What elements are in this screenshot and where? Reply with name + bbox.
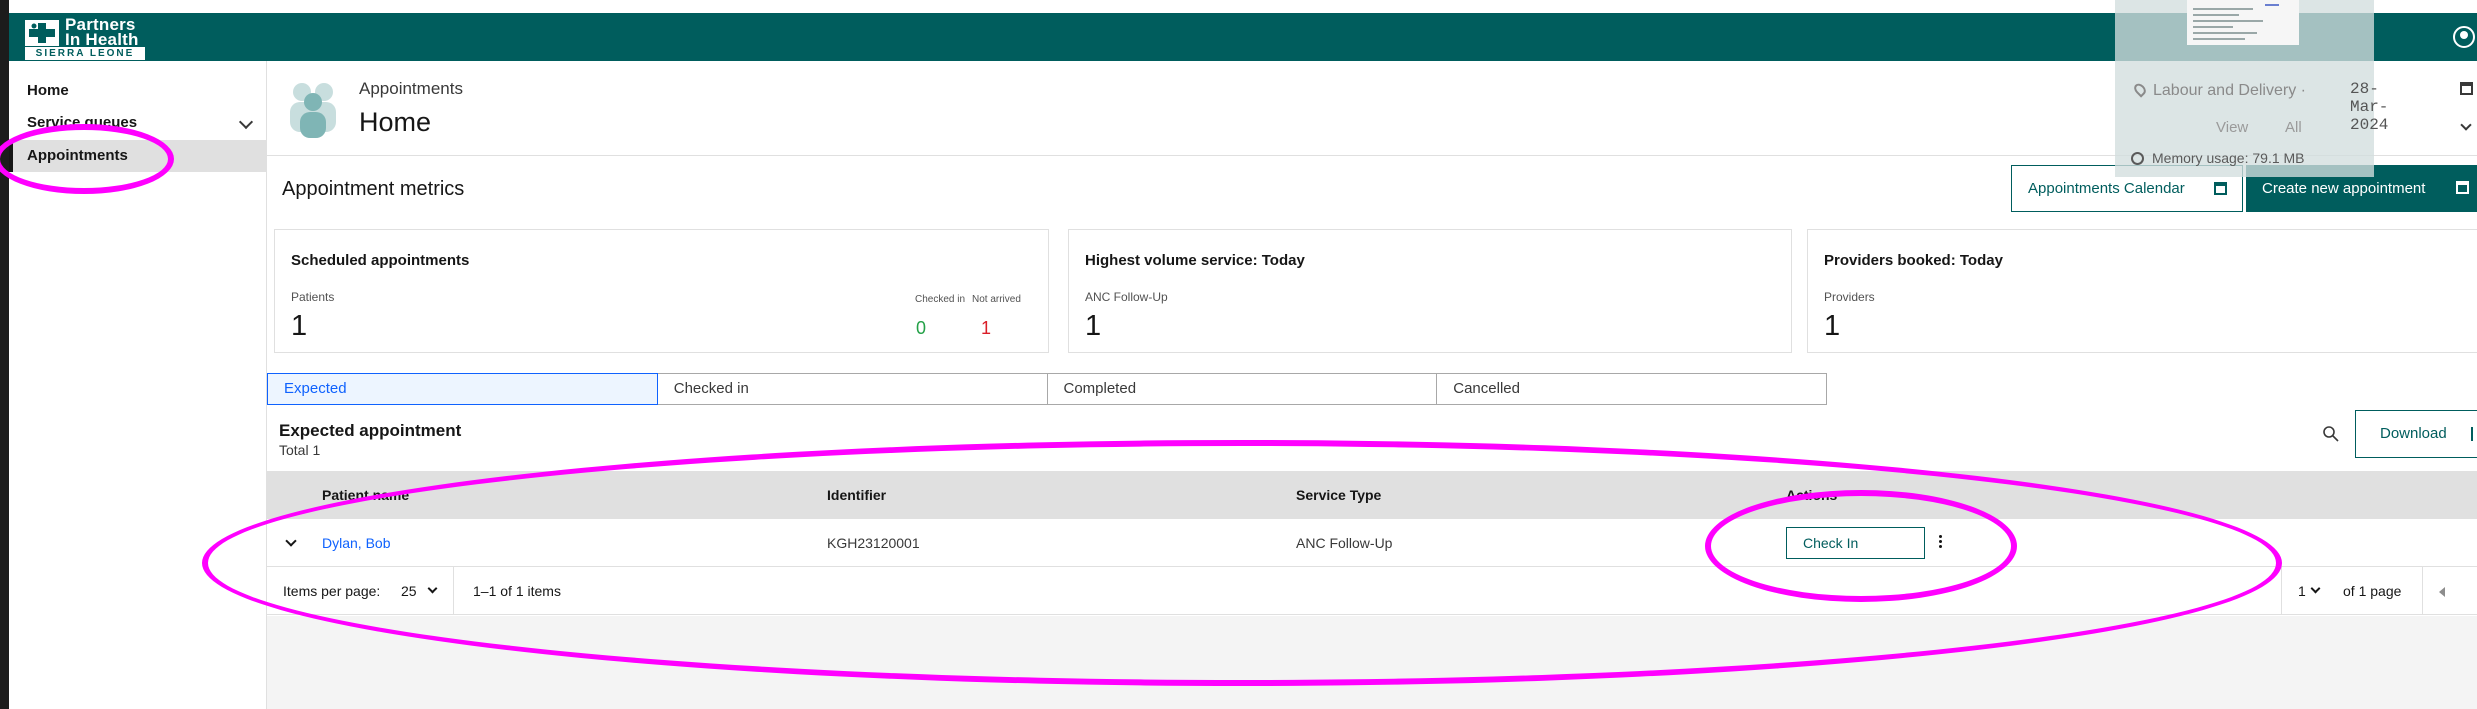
calendar-add-icon: [2456, 181, 2469, 194]
info-overlay: Labour and Delivery · 28-Mar-2024 View A…: [2115, 0, 2388, 177]
page-count: of 1 page: [2343, 583, 2402, 599]
location-pin-icon: [2131, 81, 2149, 98]
tile-title: Highest volume service: Today: [1085, 252, 1305, 269]
date-display[interactable]: 28-Mar-2024: [2350, 80, 2388, 134]
memory-icon: [2131, 152, 2144, 165]
check-in-button[interactable]: Check In: [1786, 527, 1925, 559]
side-nav: Home Service queues Appointments: [9, 61, 267, 709]
overflow-menu-icon[interactable]: [1935, 533, 1945, 553]
checked-in-label: Checked in: [915, 294, 966, 305]
button-label: Appointments Calendar: [2028, 180, 2185, 197]
sidebar-item-appointments[interactable]: Appointments: [9, 140, 267, 172]
tile-value: 1: [1085, 310, 1102, 342]
items-per-page-select[interactable]: 25: [401, 567, 417, 615]
empty-area: [267, 616, 2477, 709]
page-title: Home: [359, 107, 432, 137]
user-avatar-icon[interactable]: [2453, 26, 2475, 48]
sidebar-item-label: Appointments: [27, 147, 128, 164]
tab-checked-in[interactable]: Checked in: [656, 373, 1048, 405]
location-name: Labour and Delivery: [2153, 82, 2297, 99]
scheduled-appointments-tile: Scheduled appointments Patients 1 Checke…: [274, 229, 1049, 353]
sidebar-item-service-queues[interactable]: Service queues: [9, 107, 267, 139]
items-range: 1–1 of 1 items: [473, 583, 561, 599]
download-icon: [2471, 427, 2477, 441]
logo-line-2: In Health: [65, 30, 139, 49]
sidebar-item-home[interactable]: Home: [9, 75, 267, 107]
tab-completed[interactable]: Completed: [1046, 373, 1438, 405]
column-header-actions: Actions: [1786, 487, 1838, 503]
table-row: Dylan, Bob KGH23120001 ANC Follow-Up Che…: [267, 519, 2477, 567]
tile-value: 1: [1824, 310, 1841, 342]
column-header-identifier[interactable]: Identifier: [827, 471, 886, 519]
window-edge: [0, 0, 9, 709]
pagination: Items per page: 25 1–1 of 1 items 1 of 1…: [267, 567, 2477, 615]
logo-subtitle: SIERRA LEONE: [25, 47, 145, 60]
location-label[interactable]: Labour and Delivery ·: [2153, 82, 2306, 100]
calendar-icon: [2214, 182, 2227, 195]
table-title: Expected appointment: [279, 421, 462, 440]
tab-expected[interactable]: Expected: [267, 373, 658, 405]
table-total: Total 1: [279, 442, 321, 458]
table-header: Patient name Identifier Service Type Act…: [267, 471, 2477, 519]
sidebar-item-label: Home: [27, 82, 69, 99]
appointment-tabs: Expected Checked in Completed Cancelled: [267, 373, 1830, 405]
breadcrumb: Appointments: [359, 79, 463, 98]
tile-subtitle: Patients: [291, 290, 335, 304]
tab-cancelled[interactable]: Cancelled: [1436, 373, 1827, 405]
expand-row-icon[interactable]: [285, 535, 297, 547]
column-header-service-type[interactable]: Service Type: [1296, 471, 1381, 519]
tile-value: 1: [291, 310, 308, 342]
download-button[interactable]: Download: [2355, 410, 2477, 458]
pih-logo-icon: [25, 20, 59, 48]
preview-thumbnail: [2187, 0, 2299, 45]
search-icon[interactable]: [2322, 425, 2340, 443]
tile-title: Scheduled appointments: [291, 252, 470, 269]
patient-name-link[interactable]: Dylan, Bob: [322, 519, 390, 567]
items-per-page-label: Items per page:: [283, 583, 381, 599]
browser-strip: [9, 0, 2477, 13]
tile-subtitle: Providers: [1824, 290, 1875, 304]
appointments-illustration-icon: [282, 80, 344, 138]
separator: ·: [2300, 82, 2306, 99]
service-type: ANC Follow-Up: [1296, 535, 1393, 551]
not-arrived-value: 1: [981, 318, 992, 338]
previous-page-icon[interactable]: [2439, 587, 2445, 597]
view-value[interactable]: All: [2285, 119, 2302, 136]
highest-volume-service-tile: Highest volume service: Today ANC Follow…: [1068, 229, 1792, 353]
metrics-title: Appointment metrics: [282, 178, 465, 200]
chevron-down-icon: [2310, 583, 2321, 594]
logo[interactable]: Partners In Health SIERRA LEONE: [25, 16, 145, 60]
button-label: Download: [2380, 425, 2447, 442]
page-select[interactable]: 1: [2298, 567, 2306, 615]
providers-booked-tile: Providers booked: Today Providers 1: [1807, 229, 2477, 353]
tile-title: Providers booked: Today: [1824, 252, 2003, 269]
logo-text: Partners In Health: [65, 16, 139, 49]
checked-in-value: 0: [916, 318, 927, 338]
not-arrived-label: Not arrived: [972, 294, 1021, 305]
patient-identifier: KGH23120001: [827, 535, 920, 551]
button-label: Create new appointment: [2262, 180, 2426, 197]
divider: [2281, 567, 2282, 615]
sidebar-item-label: Service queues: [27, 114, 138, 131]
tile-subtitle: ANC Follow-Up: [1085, 290, 1168, 304]
view-label: View: [2216, 119, 2249, 136]
chevron-down-icon: [238, 114, 254, 130]
memory-usage: Memory usage: 79.1 MB: [2152, 150, 2305, 166]
chevron-down-icon: [427, 583, 438, 594]
calendar-icon[interactable]: [2460, 82, 2473, 95]
divider: [453, 567, 454, 615]
divider: [2422, 567, 2423, 615]
app-header: Partners In Health SIERRA LEONE: [9, 13, 2477, 61]
column-header-patient-name[interactable]: Patient name: [322, 471, 409, 519]
